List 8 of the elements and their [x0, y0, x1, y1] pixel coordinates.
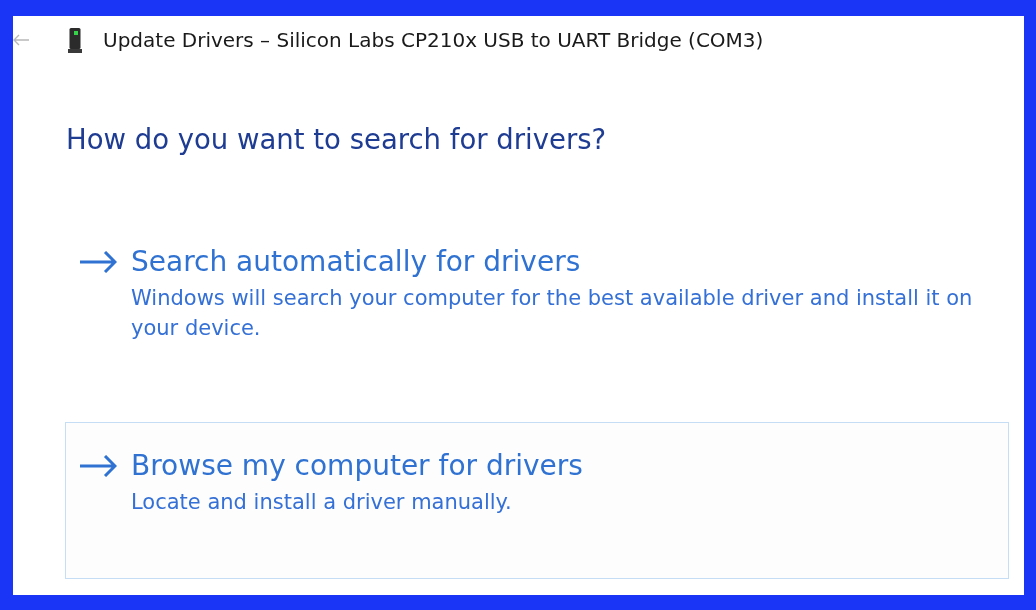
- right-arrow-icon: [80, 251, 117, 273]
- command-link[interactable]: Browse my computer for drivers Locate and install a driver manually.: [65, 422, 1009, 579]
- command-link[interactable]: Search automatically for drivers Windows will search your computer for the best available driver and install it on your device.: [65, 218, 1009, 375]
- right-arrow-icon: [80, 455, 117, 477]
- device-icon: [68, 27, 82, 53]
- window-title: Update Drivers – Silicon Labs CP210x USB to UART Bridge (COM3): [103, 27, 764, 53]
- page-heading: How do you want to search for drivers?: [66, 122, 607, 156]
- back-arrow-icon[interactable]: [13, 34, 29, 46]
